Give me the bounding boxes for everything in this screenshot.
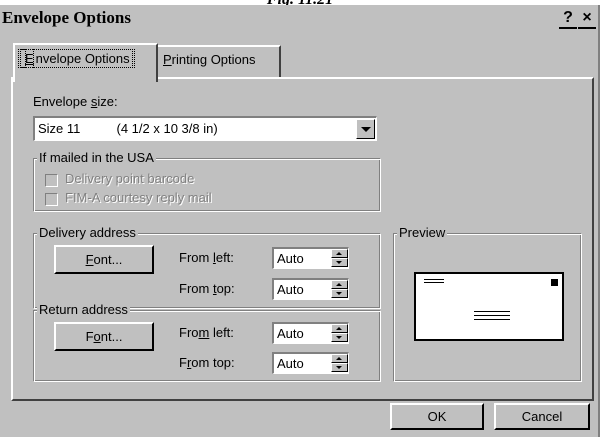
delivery-from-top-label: From top: bbox=[179, 281, 235, 296]
spinner-buttons bbox=[331, 249, 348, 268]
return-from-left-value: Auto bbox=[277, 326, 304, 341]
return-address-line bbox=[424, 279, 444, 280]
spinner-buttons bbox=[331, 324, 348, 343]
spin-down-button[interactable] bbox=[331, 289, 348, 298]
dropdown-arrow-button[interactable] bbox=[356, 119, 375, 139]
envelope-preview-image bbox=[414, 272, 564, 341]
delivery-from-top-spinner[interactable]: Auto bbox=[272, 278, 349, 300]
preview-group: Preview bbox=[393, 225, 582, 382]
delivery-font-button[interactable]: Font... bbox=[54, 245, 154, 274]
spin-down-button[interactable] bbox=[331, 258, 348, 267]
arrow-up-icon bbox=[336, 357, 342, 360]
spin-down-button[interactable] bbox=[331, 333, 348, 342]
arrow-down-icon bbox=[336, 336, 342, 339]
tab-printing-options[interactable]: Printing Options bbox=[156, 45, 281, 78]
window-title: Envelope Options bbox=[2, 8, 131, 27]
return-address-line bbox=[424, 282, 444, 283]
arrow-down-icon bbox=[336, 292, 342, 295]
ok-button[interactable]: OK bbox=[390, 403, 484, 430]
spin-up-button[interactable] bbox=[331, 354, 348, 363]
delivery-from-left-label: From left: bbox=[179, 250, 234, 265]
delivery-address-line bbox=[474, 311, 510, 312]
help-button[interactable]: ? bbox=[559, 9, 577, 29]
page: Fig. 11.21 Envelope Options ? × Envelope… bbox=[0, 0, 600, 438]
chevron-down-icon bbox=[361, 127, 371, 132]
delivery-address-group: Delivery address Font... From left: Auto… bbox=[33, 225, 381, 309]
tab-printing-options-label: Printing Options bbox=[163, 52, 256, 67]
delivery-point-barcode-checkbox[interactable] bbox=[45, 174, 58, 187]
delivery-from-left-spinner[interactable]: Auto bbox=[272, 247, 349, 269]
arrow-up-icon bbox=[336, 327, 342, 330]
delivery-address-legend: Delivery address bbox=[37, 225, 138, 240]
delivery-point-barcode-label: Delivery point barcode bbox=[65, 171, 195, 186]
title-bar: Envelope Options ? × bbox=[0, 5, 598, 33]
cancel-button[interactable]: Cancel bbox=[494, 403, 590, 430]
return-address-group: Return address Font... From left: Auto F… bbox=[33, 302, 381, 382]
return-from-top-label: From top: bbox=[179, 355, 235, 370]
arrow-up-icon bbox=[336, 252, 342, 255]
envelope-size-select[interactable]: Size 11 (4 1/2 x 10 3/8 in) bbox=[33, 116, 377, 141]
arrow-down-icon bbox=[336, 366, 342, 369]
arrow-up-icon bbox=[336, 283, 342, 286]
return-from-left-label: From left: bbox=[179, 325, 234, 340]
fim-a-checkbox[interactable] bbox=[45, 193, 58, 206]
return-from-top-spinner[interactable]: Auto bbox=[272, 352, 349, 374]
envelope-options-dialog: Envelope Options ? × Envelope Options Pr… bbox=[0, 5, 600, 437]
return-font-button[interactable]: Font... bbox=[54, 322, 154, 351]
usa-group-legend: If mailed in the USA bbox=[37, 150, 156, 165]
envelope-size-label: Envelope size: bbox=[33, 94, 118, 109]
spin-up-button[interactable] bbox=[331, 249, 348, 258]
fim-a-label: FIM-A courtesy reply mail bbox=[65, 190, 212, 205]
arrow-down-icon bbox=[336, 261, 342, 264]
delivery-address-line bbox=[474, 319, 510, 320]
tab-envelope-options-label: Envelope Options bbox=[18, 49, 135, 68]
return-from-top-value: Auto bbox=[277, 356, 304, 371]
return-from-left-spinner[interactable]: Auto bbox=[272, 322, 349, 344]
stamp-icon bbox=[551, 279, 558, 286]
usa-mailing-group: If mailed in the USA Delivery point barc… bbox=[33, 150, 381, 212]
delivery-address-line bbox=[474, 315, 510, 316]
spin-down-button[interactable] bbox=[331, 363, 348, 372]
envelope-options-panel: Envelope size: Size 11 (4 1/2 x 10 3/8 i… bbox=[11, 77, 594, 401]
envelope-size-value: Size 11 (4 1/2 x 10 3/8 in) bbox=[38, 121, 218, 136]
delivery-from-top-value: Auto bbox=[277, 282, 304, 297]
tab-envelope-options[interactable]: Envelope Options bbox=[13, 43, 158, 82]
delivery-from-left-value: Auto bbox=[277, 251, 304, 266]
spinner-buttons bbox=[331, 354, 348, 373]
close-button[interactable]: × bbox=[578, 9, 596, 29]
preview-legend: Preview bbox=[397, 225, 448, 240]
spin-up-button[interactable] bbox=[331, 280, 348, 289]
return-address-legend: Return address bbox=[37, 302, 130, 317]
spin-up-button[interactable] bbox=[331, 324, 348, 333]
spinner-buttons bbox=[331, 280, 348, 299]
